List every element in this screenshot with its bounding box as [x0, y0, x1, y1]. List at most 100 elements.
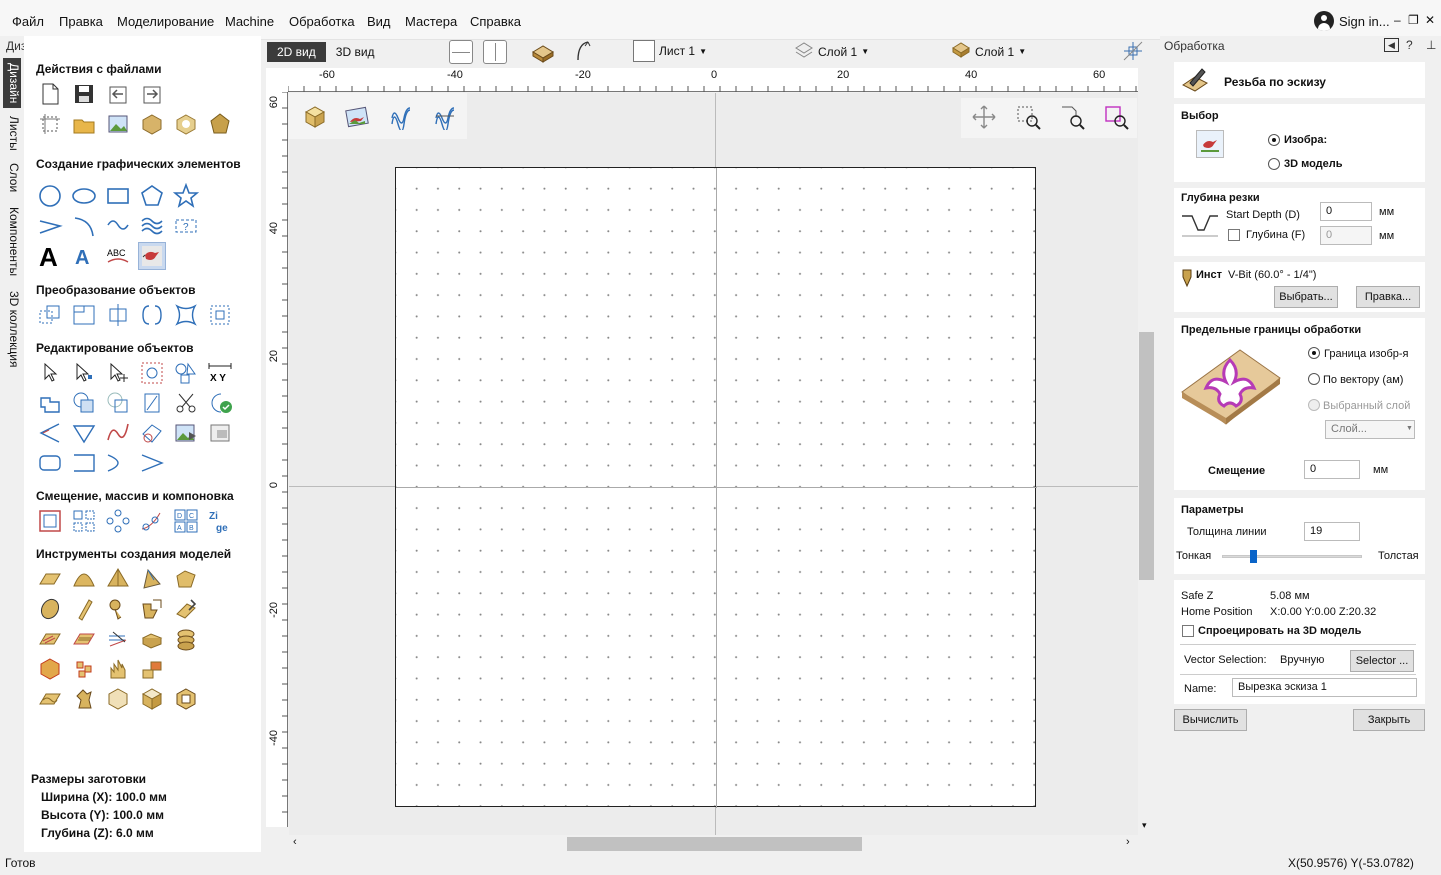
- close-button[interactable]: Закрыть: [1353, 709, 1425, 731]
- text-icon[interactable]: A: [36, 242, 64, 270]
- restore-icon[interactable]: ❐: [1408, 13, 1419, 27]
- menu-view[interactable]: Вид: [367, 14, 391, 29]
- overlap-icon[interactable]: [138, 389, 166, 417]
- menu-modeling[interactable]: Моделирование: [117, 14, 214, 29]
- dimension-icon[interactable]: ?: [172, 212, 200, 240]
- snap-crosshair-icon[interactable]: [1122, 40, 1144, 65]
- triangle-icon[interactable]: [70, 419, 98, 447]
- close-vectors-icon[interactable]: [206, 389, 234, 417]
- pan-icon[interactable]: [966, 99, 1002, 135]
- copy-along-curve-icon[interactable]: [138, 507, 166, 535]
- tab-sheets[interactable]: Листы: [3, 112, 21, 152]
- tab-2d-view[interactable]: 2D вид: [267, 42, 326, 62]
- split-horizontal-icon[interactable]: [449, 40, 473, 64]
- import-component-icon[interactable]: [138, 110, 166, 138]
- wave-fill-icon[interactable]: [138, 212, 166, 240]
- arc-icon[interactable]: [70, 212, 98, 240]
- line-thickness-slider-thumb[interactable]: [1250, 550, 1257, 563]
- angle-icon[interactable]: [36, 419, 64, 447]
- curve-icon[interactable]: [104, 212, 132, 240]
- menu-toolpaths[interactable]: Обработка: [289, 14, 355, 29]
- zoom-extents-icon[interactable]: [1054, 99, 1090, 135]
- open-folder-icon[interactable]: [70, 110, 98, 138]
- offset-input[interactable]: 0: [1304, 460, 1360, 479]
- scale-icon[interactable]: [206, 301, 234, 329]
- image-properties-icon[interactable]: [206, 419, 234, 447]
- selector-button[interactable]: Selector ...: [1350, 650, 1414, 672]
- box-plain-icon[interactable]: [104, 685, 132, 713]
- polygon-icon[interactable]: [138, 182, 166, 210]
- slice-icon[interactable]: [138, 625, 166, 653]
- move-object-icon[interactable]: [36, 301, 64, 329]
- bitmap-icon[interactable]: [339, 99, 375, 135]
- wave-texture-icon[interactable]: [36, 685, 64, 713]
- polyline-icon[interactable]: [36, 212, 64, 240]
- figure-icon[interactable]: [70, 685, 98, 713]
- menu-file[interactable]: Файл: [12, 14, 44, 29]
- image-source-radio[interactable]: [1268, 134, 1280, 146]
- layer-selector[interactable]: Слой 1 ▼: [794, 40, 869, 63]
- help-icon[interactable]: ?: [1406, 38, 1413, 52]
- sculpt-icon[interactable]: [172, 595, 200, 623]
- horizontal-scroll-thumb[interactable]: [567, 837, 862, 851]
- shape-group-icon[interactable]: [172, 359, 200, 387]
- pyramid-icon[interactable]: [104, 565, 132, 593]
- arc-open-icon[interactable]: [104, 449, 132, 477]
- component-icon[interactable]: [104, 595, 132, 623]
- measure-xy-icon[interactable]: X Y: [206, 359, 234, 387]
- transform-select-icon[interactable]: [104, 359, 132, 387]
- distort-icon[interactable]: [172, 301, 200, 329]
- job-setup-icon[interactable]: [36, 110, 64, 138]
- calculate-button[interactable]: Вычислить: [1174, 709, 1247, 731]
- toolpath-name-input[interactable]: Вырезка эскиза 1: [1232, 678, 1417, 697]
- array-copy-icon[interactable]: [70, 507, 98, 535]
- close-icon[interactable]: ✕: [1425, 13, 1435, 27]
- model-cube-icon[interactable]: [172, 110, 200, 138]
- scissors-icon[interactable]: [172, 389, 200, 417]
- menu-help[interactable]: Справка: [470, 14, 521, 29]
- extrude-icon[interactable]: [172, 565, 200, 593]
- split-icon[interactable]: [138, 655, 166, 683]
- select-tool-button[interactable]: Выбрать...: [1274, 286, 1338, 308]
- scroll-right-icon[interactable]: ›: [1126, 836, 1130, 848]
- sign-in-button[interactable]: Sign in...: [1314, 11, 1390, 31]
- subtract-icon[interactable]: [70, 389, 98, 417]
- pin-icon[interactable]: ⊥: [1426, 38, 1436, 52]
- sheet-selector[interactable]: Лист 1 ▼: [633, 40, 707, 62]
- shape-creator-icon[interactable]: [36, 565, 64, 593]
- vector-waves-icon[interactable]: [383, 99, 419, 135]
- text-on-curve-icon[interactable]: ABC: [104, 242, 132, 270]
- edit-tool-button[interactable]: Правка...: [1356, 286, 1420, 308]
- image-boundary-radio[interactable]: [1308, 347, 1320, 359]
- node-edit-icon[interactable]: [70, 359, 98, 387]
- zoom-box-icon[interactable]: [1010, 99, 1046, 135]
- toolpath-waves-icon[interactable]: [427, 99, 463, 135]
- weld-icon[interactable]: [36, 389, 64, 417]
- menu-machine[interactable]: Machine: [225, 14, 274, 29]
- bitmap-to-vector-icon[interactable]: [172, 419, 200, 447]
- vertical-scrollbar[interactable]: ▾: [1138, 92, 1155, 835]
- project-3d-checkbox[interactable]: [1182, 625, 1194, 637]
- extend-icon[interactable]: [70, 449, 98, 477]
- text-nesting-icon[interactable]: Zi ge: [206, 507, 234, 535]
- vertical-scroll-thumb[interactable]: [1139, 332, 1154, 580]
- selected-layer-radio[interactable]: [1308, 399, 1320, 411]
- menu-wizards[interactable]: Мастера: [405, 14, 457, 29]
- gem-model-icon[interactable]: [206, 110, 234, 138]
- interactive-trim-icon[interactable]: [138, 359, 166, 387]
- import-image-icon[interactable]: [104, 110, 132, 138]
- new-file-icon[interactable]: [36, 80, 64, 108]
- tab-3d-collection[interactable]: 3D коллекция: [3, 286, 21, 372]
- extrude-weave-icon[interactable]: [70, 595, 98, 623]
- sweep-icon[interactable]: [138, 565, 166, 593]
- depth-checkbox[interactable]: [1228, 229, 1240, 241]
- scroll-left-icon[interactable]: ‹: [293, 836, 297, 848]
- depth-input[interactable]: 0: [1320, 226, 1372, 245]
- box-shaded-icon[interactable]: [138, 685, 166, 713]
- layer-dropdown[interactable]: Слой...: [1325, 420, 1415, 439]
- text-style-icon[interactable]: A: [70, 242, 98, 270]
- box-outline-icon[interactable]: [172, 685, 200, 713]
- select-pointer-icon[interactable]: [36, 359, 64, 387]
- model-source-radio[interactable]: [1268, 158, 1280, 170]
- scroll-down-icon[interactable]: ▾: [1142, 820, 1147, 831]
